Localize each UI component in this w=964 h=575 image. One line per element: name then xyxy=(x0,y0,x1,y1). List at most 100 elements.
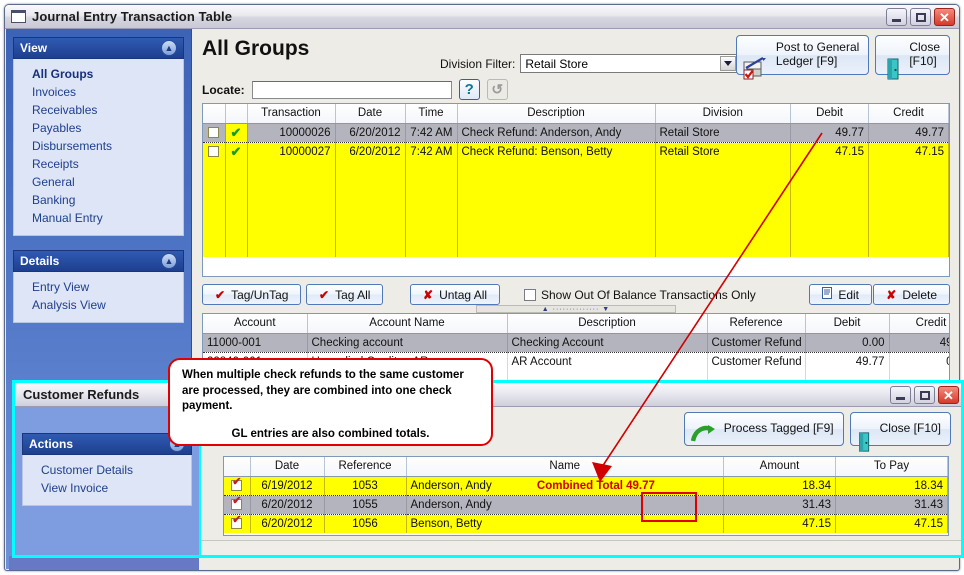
tag-checkbox[interactable] xyxy=(208,126,220,138)
transactions-grid[interactable]: Transaction Date Time Description Divisi… xyxy=(202,103,950,277)
division-filter-select[interactable]: Retail Store xyxy=(520,54,739,73)
filler-cell xyxy=(247,161,336,257)
tag-checkbox[interactable] xyxy=(231,515,243,530)
untag-all-button[interactable]: ✘ Untag All xyxy=(410,284,501,305)
tag-checkbox[interactable] xyxy=(231,477,243,491)
refund-tag-cell[interactable] xyxy=(224,494,251,515)
col-debit[interactable]: Debit xyxy=(790,104,869,124)
locate-input[interactable] xyxy=(251,80,452,99)
splitter-grip[interactable]: ▲ ·············· ▼ xyxy=(476,305,676,313)
detail-reference: Customer Refund xyxy=(707,352,806,371)
tag-untag-button[interactable]: ✔ Tag/UnTag xyxy=(202,284,302,305)
close-f10-label: Close [F10] xyxy=(909,40,940,68)
tag-checkbox[interactable] xyxy=(208,146,220,158)
close-button[interactable]: ✕ xyxy=(934,8,955,26)
refund-tag-cell[interactable] xyxy=(224,514,251,533)
col-credit[interactable]: Credit xyxy=(868,104,949,124)
col-detail-description[interactable]: Description xyxy=(507,314,708,334)
row-tag-cell[interactable] xyxy=(203,122,226,143)
delete-x-icon: ✘ xyxy=(886,287,897,302)
col-refund-tag[interactable] xyxy=(224,457,251,477)
col-detail-debit[interactable]: Debit xyxy=(805,314,890,334)
col-account[interactable]: Account xyxy=(203,314,308,334)
help-button[interactable]: ? xyxy=(458,79,480,100)
row-date: 6/20/2012 xyxy=(335,142,406,161)
sidebar-item-view-invoice[interactable]: View Invoice xyxy=(23,479,191,497)
main-window-statusbar xyxy=(9,556,199,570)
col-division[interactable]: Division xyxy=(655,104,791,124)
sidebar-item-analysis-view[interactable]: Analysis View xyxy=(14,296,183,314)
col-description[interactable]: Description xyxy=(457,104,656,124)
col-transaction[interactable]: Transaction xyxy=(247,104,336,124)
edit-button[interactable]: Edit xyxy=(809,284,872,305)
show-out-of-balance-toggle[interactable]: Show Out Of Balance Transactions Only xyxy=(524,288,756,302)
detail-description: Checking Account xyxy=(507,332,708,353)
main-titlebar[interactable]: Journal Entry Transaction Table ✕ xyxy=(5,5,959,29)
table-row[interactable]: 6/19/2012 1053 Anderson, Andy Combined T… xyxy=(224,476,948,495)
table-row[interactable]: 6/20/2012 1056 Benson, Betty 47.15 47.15 xyxy=(224,514,948,533)
refresh-button[interactable]: ↺ xyxy=(486,79,508,100)
post-to-general-ledger-button[interactable]: Post to General Ledger [F9] xyxy=(735,35,870,80)
col-status[interactable] xyxy=(225,104,248,124)
sidebar-panel-view-header[interactable]: View ▲ xyxy=(13,37,184,59)
col-account-name[interactable]: Account Name xyxy=(307,314,508,334)
tag-all-button[interactable]: ✔ Tag All xyxy=(306,284,384,305)
table-row[interactable]: 6/20/2012 1055 Anderson, Andy 31.43 31.4… xyxy=(224,494,948,515)
refunds-grid[interactable]: Date Reference Name Amount To Pay 6/19/2… xyxy=(223,456,949,536)
row-status-cell: ✔ xyxy=(225,122,248,143)
maximize-icon xyxy=(919,390,930,400)
sidebar-item-all-groups[interactable]: All Groups xyxy=(14,65,183,83)
row-transaction: 10000026 xyxy=(247,122,336,143)
sidebar-item-banking[interactable]: Banking xyxy=(14,191,183,209)
refund-to-pay: 31.43 xyxy=(835,494,948,515)
sidebar-item-entry-view[interactable]: Entry View xyxy=(14,278,183,296)
chevron-up-icon[interactable]: ▲ xyxy=(161,253,177,269)
table-row[interactable]: 11000-001 Checking account Checking Acco… xyxy=(203,332,949,353)
sidebar-item-manual-entry[interactable]: Manual Entry xyxy=(14,209,183,227)
table-row[interactable]: ✔ 10000026 6/20/2012 7:42 AM Check Refun… xyxy=(203,122,949,143)
row-tag-cell[interactable] xyxy=(203,142,226,161)
tag-checkbox[interactable] xyxy=(231,496,243,510)
maximize-button[interactable] xyxy=(910,8,931,26)
customer-refunds-title: Customer Refunds xyxy=(23,387,140,402)
refund-tag-cell[interactable] xyxy=(224,476,251,495)
minimize-button[interactable] xyxy=(886,8,907,26)
sidebar-item-disbursements[interactable]: Disbursements xyxy=(14,137,183,155)
show-out-of-balance-checkbox[interactable] xyxy=(524,289,536,301)
col-refund-date[interactable]: Date xyxy=(250,457,325,477)
detail-credit: 0.00 xyxy=(889,352,949,371)
sidebar-item-general[interactable]: General xyxy=(14,173,183,191)
sidebar-item-invoices[interactable]: Invoices xyxy=(14,83,183,101)
table-row[interactable]: ✔ 10000027 6/20/2012 7:42 AM Check Refun… xyxy=(203,142,949,161)
col-detail-credit[interactable]: Credit xyxy=(889,314,949,334)
col-reference[interactable]: Reference xyxy=(707,314,806,334)
sub-close-f10-button[interactable]: Close [F10] xyxy=(849,412,951,452)
col-refund-reference[interactable]: Reference xyxy=(324,457,407,477)
chevron-up-icon[interactable]: ▲ xyxy=(161,40,177,56)
sub-window-controls: ✕ xyxy=(890,386,959,404)
refund-reference: 1055 xyxy=(324,494,407,515)
sidebar-item-customer-details[interactable]: Customer Details xyxy=(23,461,191,479)
delete-button[interactable]: ✘ Delete xyxy=(873,284,950,305)
col-tag[interactable] xyxy=(203,104,226,124)
horizontal-scrollbar[interactable] xyxy=(201,540,961,555)
sidebar-item-receivables[interactable]: Receivables xyxy=(14,101,183,119)
process-tagged-button[interactable]: Process Tagged [F9] xyxy=(683,412,844,446)
sidebar-item-receipts[interactable]: Receipts xyxy=(14,155,183,173)
col-refund-amount[interactable]: Amount xyxy=(723,457,836,477)
close-f10-button[interactable]: Close [F10] xyxy=(875,35,950,80)
grid-splitter[interactable]: ▲ ·············· ▼ xyxy=(202,305,950,313)
sub-maximize-button[interactable] xyxy=(914,386,935,404)
sub-close-button[interactable]: ✕ xyxy=(938,386,959,404)
col-time[interactable]: Time xyxy=(405,104,458,124)
sidebar-panel-details-header[interactable]: Details ▲ xyxy=(13,250,184,272)
sub-panel-actions-header[interactable]: Actions ▲ xyxy=(22,433,192,455)
chevron-down-icon[interactable] xyxy=(720,56,737,71)
filler-cell xyxy=(225,161,248,257)
col-refund-to-pay[interactable]: To Pay xyxy=(835,457,948,477)
sidebar-item-payables[interactable]: Payables xyxy=(14,119,183,137)
col-refund-name[interactable]: Name xyxy=(406,457,724,477)
col-date[interactable]: Date xyxy=(335,104,406,124)
sub-minimize-button[interactable] xyxy=(890,386,911,404)
sidebar-panel-details-title: Details xyxy=(20,254,60,268)
